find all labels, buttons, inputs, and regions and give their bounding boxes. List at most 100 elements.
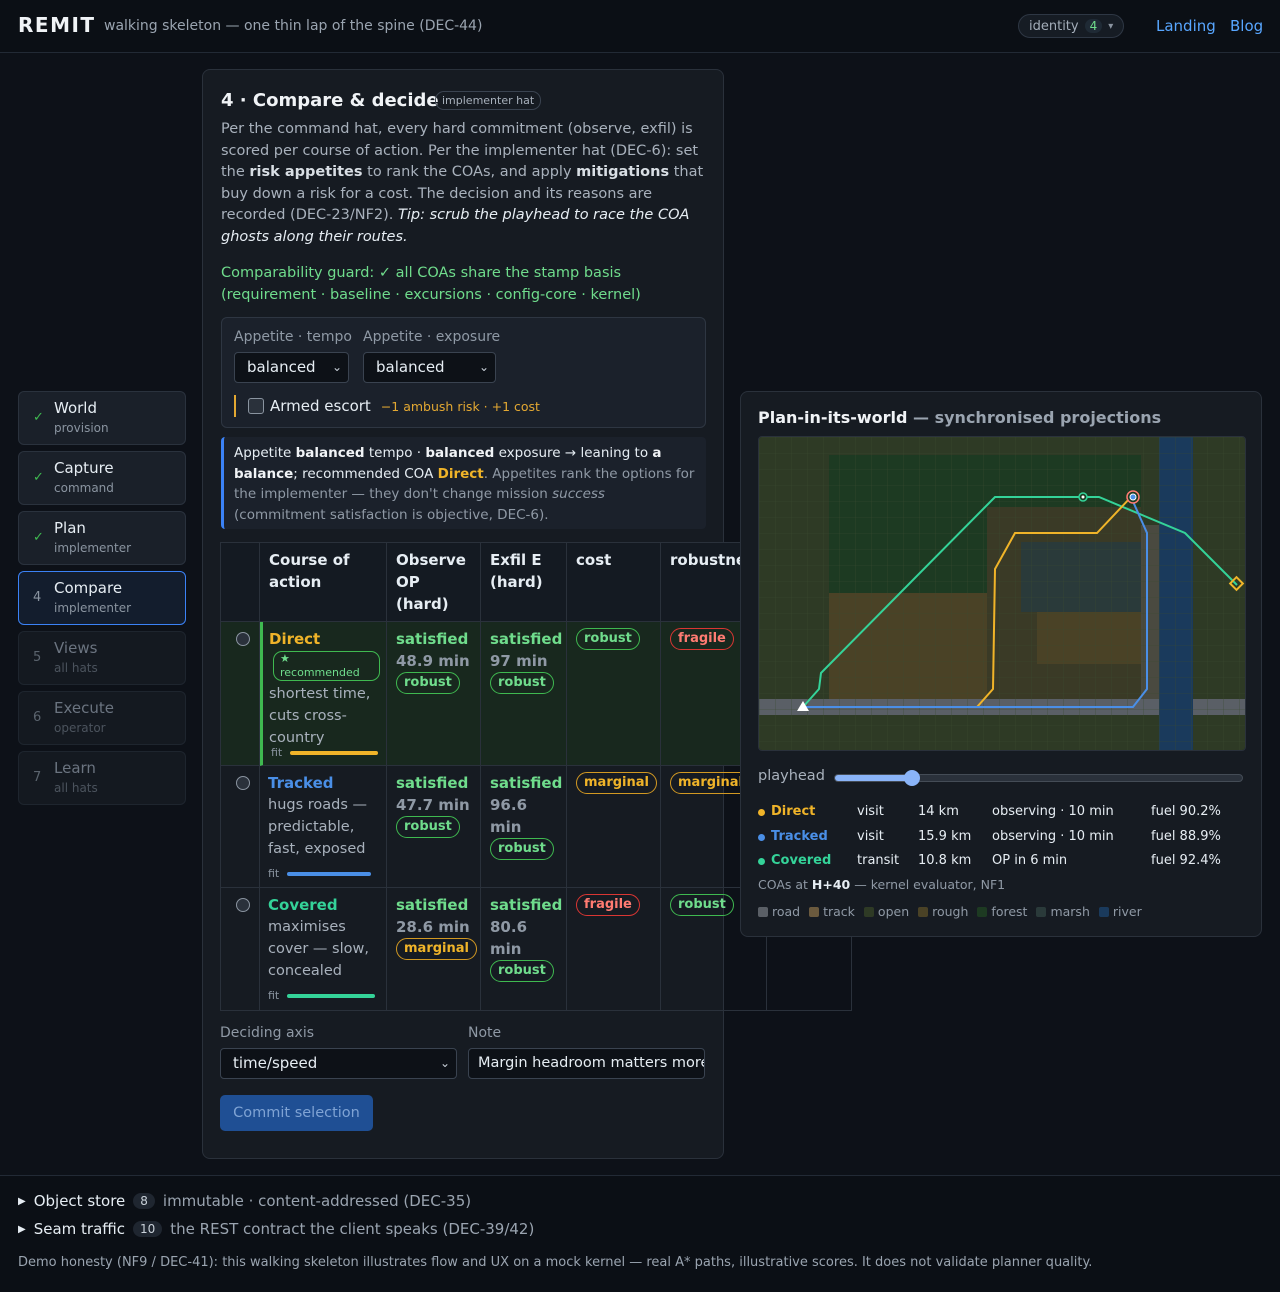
- playhead-label: playhead: [758, 768, 825, 784]
- cost-badge: fragile: [576, 894, 640, 916]
- step-capture[interactable]: ✓ Capture command: [18, 451, 186, 505]
- app-subtitle: walking skeleton — one thin lap of the s…: [104, 18, 483, 34]
- seam-traffic-count: 10: [133, 1221, 163, 1237]
- legend-item-road: road: [758, 904, 800, 919]
- note-label: Note: [468, 1025, 502, 1041]
- recommended-badge: ★ recommended: [273, 651, 380, 681]
- identity-label: identity: [1029, 18, 1079, 34]
- step-plan[interactable]: ✓ Plan implementer: [18, 511, 186, 565]
- robustness-badge: robust: [490, 960, 554, 982]
- app-logo[interactable]: REMIT: [18, 13, 96, 37]
- step-number: 6: [33, 710, 42, 725]
- step-world[interactable]: ✓ World provision: [18, 391, 186, 445]
- fit-indicator: fit: [268, 989, 376, 1002]
- fit-bar: [290, 750, 379, 755]
- cost-cell: fragile: [567, 888, 661, 1011]
- step-learn: 7 Learn all hats: [18, 751, 186, 805]
- footer: ▶ Object store 8 immutable · content-add…: [0, 1175, 1280, 1292]
- cost-cell: robust: [567, 622, 661, 766]
- playhead-slider[interactable]: [834, 770, 1243, 786]
- table-header-cost: cost: [567, 542, 661, 622]
- tempo-select[interactable]: balanced ⌄: [234, 352, 349, 383]
- coa-cell-tracked: Tracked hugs roads — predictable, fast, …: [260, 766, 387, 888]
- step-title: Capture: [54, 459, 114, 477]
- identity-selector[interactable]: identity 4 ▾: [1018, 14, 1125, 38]
- exposure-select[interactable]: balanced ⌄: [363, 352, 496, 383]
- table-header-select: [220, 542, 260, 622]
- fit-bar: [287, 993, 376, 998]
- top-bar: REMIT walking skeleton — one thin lap of…: [0, 0, 1280, 53]
- robustness-badge: robust: [490, 838, 554, 860]
- check-icon: ✓: [33, 530, 44, 545]
- legend-item-track: track: [809, 904, 855, 919]
- step-title: Learn: [54, 759, 96, 777]
- robustness-badge: marginal: [396, 938, 477, 960]
- robustness-badge: robust: [396, 816, 460, 838]
- commit-selection-button[interactable]: Commit selection: [220, 1095, 373, 1131]
- chevron-down-icon: ⌄: [439, 1056, 450, 1070]
- nav-link-landing[interactable]: Landing: [1156, 17, 1216, 35]
- robustness-badge: robust: [670, 894, 734, 916]
- armed-escort-mitigation[interactable]: Armed escort −1 ambush risk · +1 cost: [234, 395, 540, 417]
- step-hat: command: [54, 481, 114, 495]
- coa-description: hugs roads — predictable, fast, exposed: [268, 797, 368, 857]
- step-execute: 6 Execute operator: [18, 691, 186, 745]
- step-title: Views: [54, 639, 98, 657]
- chevron-down-icon: ⌄: [331, 360, 342, 374]
- coa-description: shortest time, cuts cross-country: [269, 686, 371, 746]
- step-hat: implementer: [54, 541, 132, 555]
- legend-item-forest: forest: [977, 904, 1027, 919]
- observe-cell: satisfied 47.7 min robust: [387, 766, 481, 888]
- playhead-fill: [835, 775, 913, 781]
- deciding-axis-select[interactable]: time/speed ⌄: [220, 1048, 457, 1079]
- coa-radio-tracked[interactable]: [236, 776, 250, 790]
- deciding-axis-label: Deciding axis: [220, 1025, 315, 1041]
- robustness-badge: robust: [396, 672, 460, 694]
- robustness-badge: fragile: [670, 628, 734, 650]
- coa-name: Tracked: [268, 774, 334, 792]
- step-title: World: [54, 399, 97, 417]
- legend-item-river: river: [1098, 904, 1142, 919]
- projection-row-covered: Covered transit 10.8 km OP in 6 min fuel…: [758, 853, 1246, 871]
- tempo-label: Appetite · tempo: [234, 329, 352, 345]
- step-hat: operator: [54, 721, 106, 735]
- terrain-legend: road track open rough forest marsh river: [758, 904, 1142, 919]
- coas-at-caption: COAs at H+40 — kernel evaluator, NF1: [758, 877, 1006, 892]
- step-compare[interactable]: 4 Compare implementer: [18, 571, 186, 625]
- check-icon: ✓: [33, 410, 44, 425]
- table-header-observe: Observe OP (hard): [387, 542, 481, 622]
- page-title: 4 · Compare & decide: [221, 90, 439, 111]
- series-dot: [758, 834, 765, 841]
- terrain-map[interactable]: [758, 436, 1246, 751]
- exposure-label: Appetite · exposure: [363, 329, 501, 345]
- coa-radio-covered[interactable]: [236, 898, 250, 912]
- playhead-thumb[interactable]: [904, 770, 921, 786]
- disclosure-triangle-icon: ▶: [18, 1195, 26, 1207]
- robustness-badge: marginal: [670, 772, 751, 794]
- coa-cell-covered: Covered maximises cover — slow, conceale…: [260, 888, 387, 1011]
- coa-name: Covered: [268, 896, 338, 914]
- series-dot: [758, 809, 765, 816]
- step-number: 5: [33, 650, 42, 665]
- object-store-disclosure[interactable]: ▶ Object store 8 immutable · content-add…: [18, 1192, 471, 1210]
- step-views: 5 Views all hats: [18, 631, 186, 685]
- note-input[interactable]: Margin headroom matters more: [468, 1048, 705, 1079]
- armed-escort-checkbox[interactable]: [248, 398, 264, 414]
- seam-traffic-disclosure[interactable]: ▶ Seam traffic 10 the REST contract the …: [18, 1220, 534, 1238]
- exfil-cell: satisfied 96.6 min robust: [481, 766, 567, 888]
- legend-item-rough: rough: [918, 904, 968, 919]
- intro-text: Per the command hat, every hard commitme…: [221, 121, 704, 245]
- fit-indicator: fit: [268, 867, 372, 880]
- recommendation-callout: Appetite balanced tempo · balanced expos…: [221, 437, 706, 529]
- fit-indicator: fit: [271, 746, 379, 759]
- step-title: Plan: [54, 519, 86, 537]
- cost-cell: marginal: [567, 766, 661, 888]
- exfil-cell: satisfied 97 min robust: [481, 622, 567, 766]
- coa-radio-direct[interactable]: [236, 632, 250, 646]
- coa-name: Direct: [269, 630, 321, 648]
- table-header-exfil: Exfil E (hard): [481, 542, 567, 622]
- projection-row-tracked: Tracked visit 15.9 km observing · 10 min…: [758, 829, 1246, 847]
- observe-cell: satisfied 28.6 min marginal: [387, 888, 481, 1011]
- nav-link-blog[interactable]: Blog: [1230, 17, 1263, 35]
- chevron-down-icon: ⌄: [478, 360, 489, 374]
